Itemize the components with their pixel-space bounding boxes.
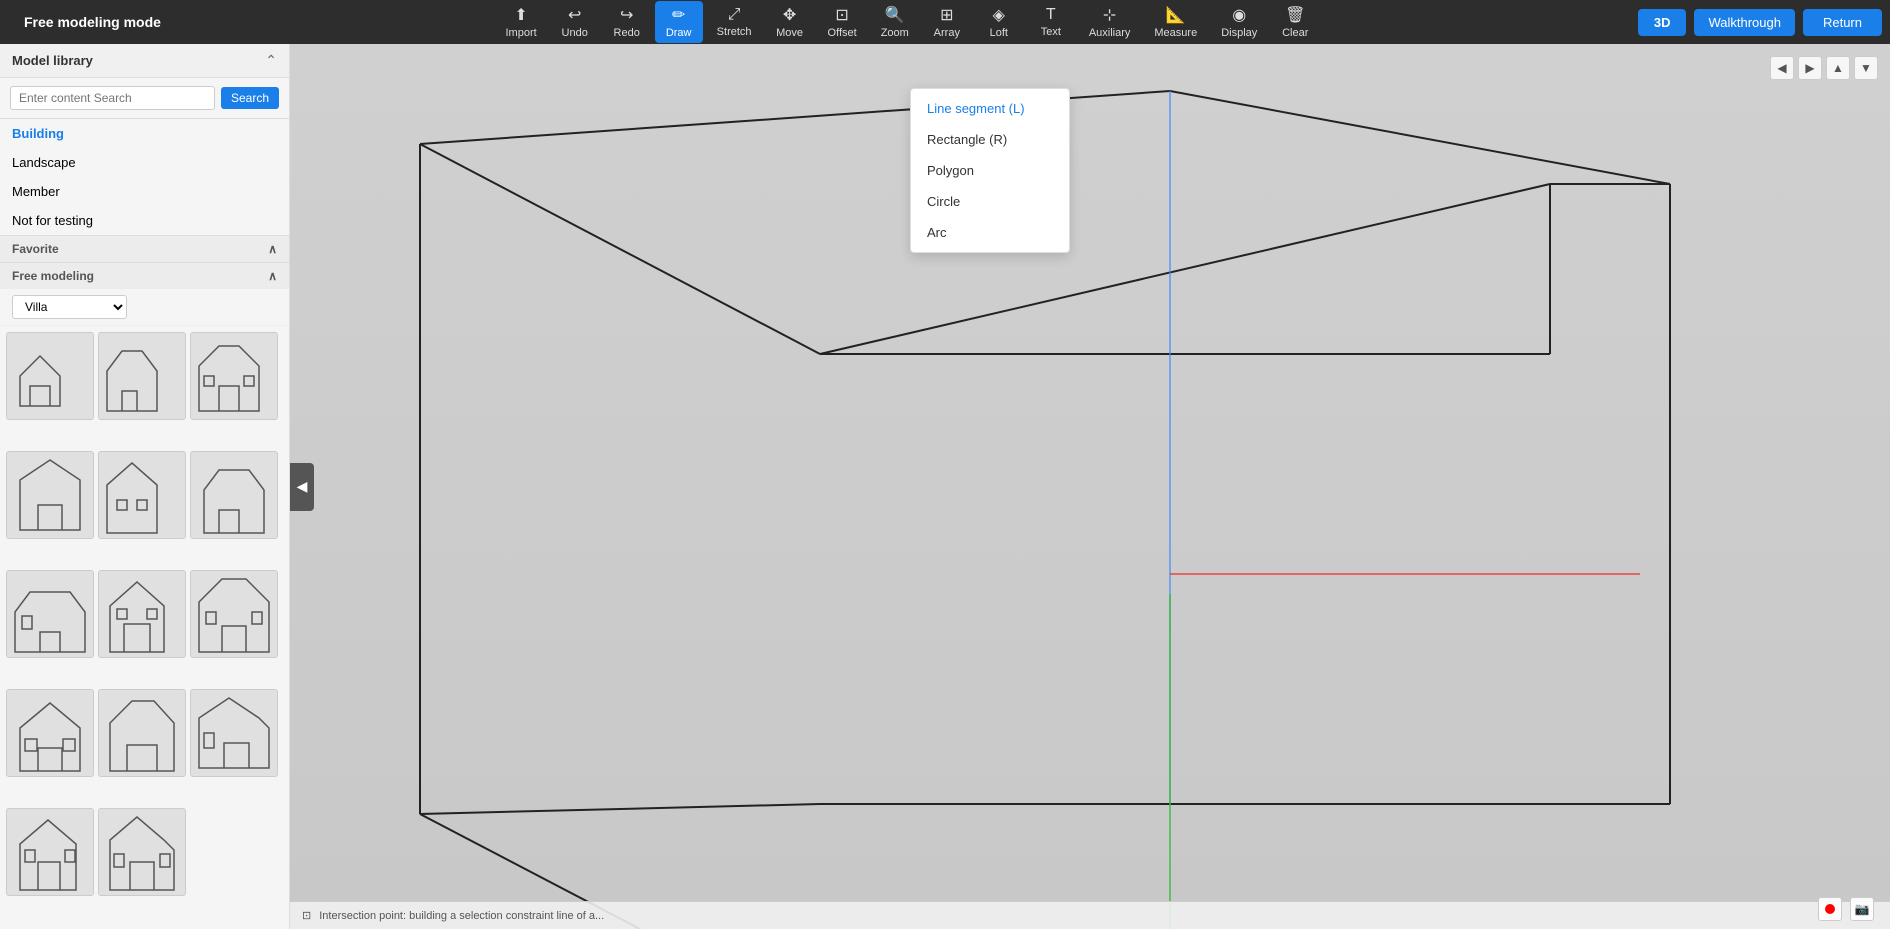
btn-return[interactable]: Return [1803, 9, 1882, 36]
tool-btn-stretch[interactable]: ⤢Stretch [707, 2, 762, 42]
model-thumbnail[interactable] [190, 332, 278, 420]
tool-btn-display[interactable]: ◉Display [1211, 1, 1267, 43]
model-thumbnail[interactable] [6, 808, 94, 896]
display-icon: ◉ [1232, 5, 1246, 25]
sidebar: Model library ⌃ Search Building Landscap… [0, 44, 290, 929]
tool-btn-loft[interactable]: ◈Loft [975, 1, 1023, 43]
model-thumbnail[interactable] [98, 332, 186, 420]
search-bar: Search [0, 78, 289, 119]
tool-btn-measure[interactable]: 📐Measure [1144, 1, 1207, 43]
model-thumbnail[interactable] [6, 570, 94, 658]
zoom-icon: 🔍 [885, 5, 905, 25]
tool-btn-redo[interactable]: ↪Redo [603, 1, 651, 43]
status-text: Intersection point: building a selection… [319, 910, 604, 922]
draw-option-circle[interactable]: Circle [911, 186, 1069, 217]
collapse-button[interactable]: ◀ [290, 463, 314, 511]
redo-icon: ↪ [620, 5, 633, 25]
model-thumbnail[interactable] [98, 689, 186, 777]
model-thumbnail[interactable] [190, 689, 278, 777]
sidebar-title: Model library [12, 53, 93, 68]
measure-icon: 📐 [1166, 5, 1186, 25]
draw-dropdown: Line segment (L)Rectangle (R)PolygonCirc… [910, 88, 1070, 253]
toolbar-center: ⬆Import↩Undo↪Redo✏Draw⤢Stretch✥Move⊡Offs… [177, 1, 1638, 43]
model-thumbnail[interactable] [6, 689, 94, 777]
draw-icon: ✏ [672, 5, 685, 25]
nav-down-btn[interactable]: ▼ [1854, 56, 1878, 80]
stretch-icon: ⤢ [728, 6, 741, 24]
toolbar: Free modeling mode ⬆Import↩Undo↪Redo✏Dra… [0, 0, 1890, 44]
toolbar-right: 3D Walkthrough Return [1638, 9, 1882, 36]
sidebar-item-member[interactable]: Member [0, 177, 289, 206]
draw-option-line_segment[interactable]: Line segment (L) [911, 93, 1069, 124]
status-bar: ⊡ Intersection point: building a selecti… [290, 901, 1890, 929]
nav-left-btn[interactable]: ◀ [1770, 56, 1794, 80]
auxiliary-icon: ⊹ [1103, 5, 1116, 25]
offset-icon: ⊡ [835, 5, 848, 25]
model-thumbnail[interactable] [98, 808, 186, 896]
status-record-btn[interactable] [1818, 897, 1842, 921]
red-dot-icon [1825, 904, 1835, 914]
model-thumbnail[interactable] [98, 451, 186, 539]
category-favorite[interactable]: Favorite ∧ [0, 235, 289, 262]
tool-btn-array[interactable]: ⊞Array [923, 1, 971, 43]
undo-icon: ↩ [568, 5, 581, 25]
dropdown-row: Villa Modern Classic Contemporary [0, 289, 289, 326]
model-thumbnail[interactable] [190, 570, 278, 658]
move-icon: ✥ [783, 5, 796, 25]
tool-btn-import[interactable]: ⬆Import [495, 1, 546, 43]
tool-btn-offset[interactable]: ⊡Offset [818, 1, 867, 43]
btn-3d[interactable]: 3D [1638, 9, 1687, 36]
canvas-scene [290, 44, 1890, 929]
canvas-nav: ◀ ▶ ▲ ▼ [1770, 56, 1878, 80]
sidebar-toggle-icon[interactable]: ⌃ [265, 52, 277, 69]
model-thumbnail[interactable] [98, 570, 186, 658]
clear-icon: 🗑 [1285, 5, 1305, 25]
model-thumbnail[interactable] [190, 451, 278, 539]
app-title: Free modeling mode [8, 14, 177, 30]
model-grid [0, 326, 289, 929]
model-thumbnail[interactable] [6, 332, 94, 420]
category-free-modeling[interactable]: Free modeling ∧ [0, 262, 289, 289]
draw-option-arc[interactable]: Arc [911, 217, 1069, 248]
btn-walkthrough[interactable]: Walkthrough [1694, 9, 1795, 36]
array-icon: ⊞ [940, 5, 953, 25]
sidebar-item-landscape[interactable]: Landscape [0, 148, 289, 177]
text-icon: T [1046, 6, 1056, 24]
draw-option-polygon[interactable]: Polygon [911, 155, 1069, 186]
sidebar-item-building[interactable]: Building [0, 119, 289, 148]
tool-btn-undo[interactable]: ↩Undo [551, 1, 599, 43]
import-icon: ⬆ [514, 5, 527, 25]
model-thumbnail[interactable] [6, 451, 94, 539]
status-camera-btn[interactable]: 📷 [1850, 897, 1874, 921]
status-icon: ⊡ [302, 909, 311, 922]
search-input[interactable] [10, 86, 215, 110]
tool-btn-auxiliary[interactable]: ⊹Auxiliary [1079, 1, 1141, 43]
search-button[interactable]: Search [221, 87, 279, 109]
nav-right-btn[interactable]: ▶ [1798, 56, 1822, 80]
tool-btn-draw[interactable]: ✏Draw [655, 1, 703, 43]
loft-icon: ◈ [993, 5, 1005, 25]
status-icons: 📷 [1818, 897, 1874, 921]
canvas-area[interactable]: ◀ Line segment (L)Rectangle (R)PolygonCi… [290, 44, 1890, 929]
draw-option-rectangle[interactable]: Rectangle (R) [911, 124, 1069, 155]
nav-up-btn[interactable]: ▲ [1826, 56, 1850, 80]
tool-btn-clear[interactable]: 🗑Clear [1271, 1, 1319, 43]
sidebar-header: Model library ⌃ [0, 44, 289, 78]
style-dropdown[interactable]: Villa Modern Classic Contemporary [12, 295, 127, 319]
tool-btn-zoom[interactable]: 🔍Zoom [871, 1, 919, 43]
main-layout: Model library ⌃ Search Building Landscap… [0, 44, 1890, 929]
tool-btn-move[interactable]: ✥Move [766, 1, 814, 43]
tool-btn-text[interactable]: TText [1027, 2, 1075, 42]
sidebar-item-not-for-testing[interactable]: Not for testing [0, 206, 289, 235]
